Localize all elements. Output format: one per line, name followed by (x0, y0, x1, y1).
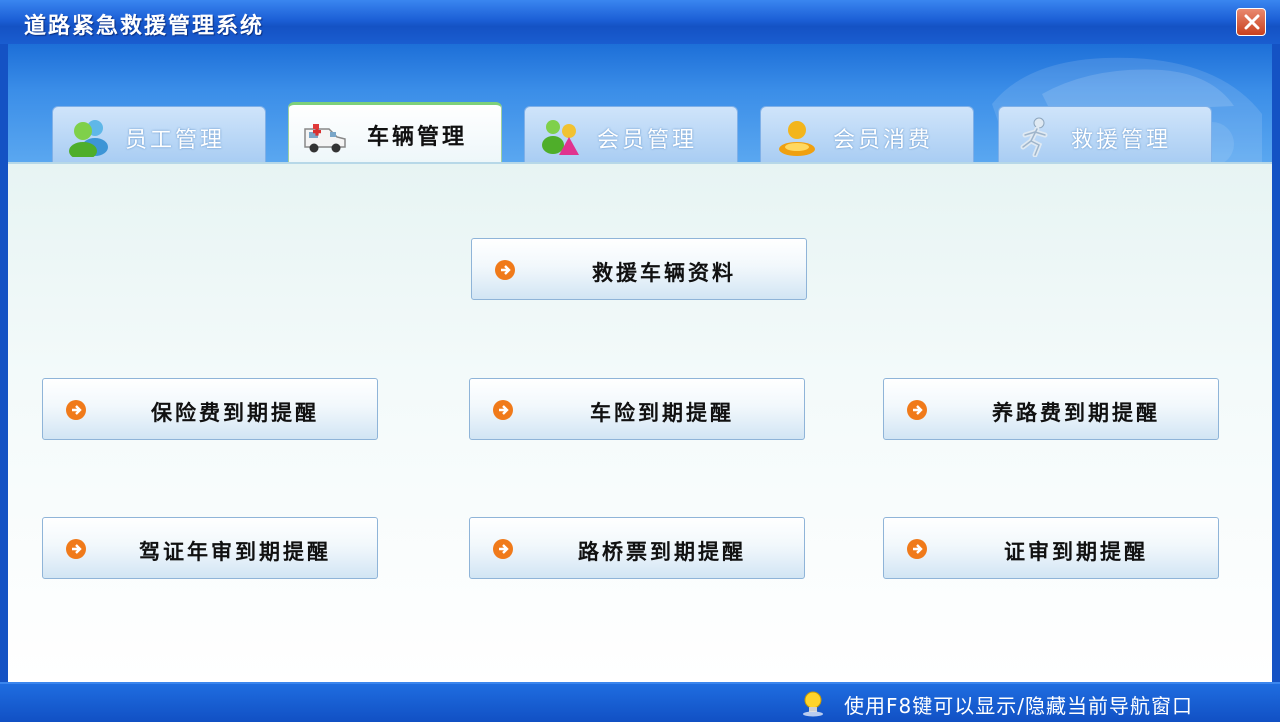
tab-member-management[interactable]: 会员管理 (524, 106, 738, 162)
rescue-vehicle-info-button[interactable]: 救援车辆资料 (471, 238, 807, 300)
tab-label: 救援管理 (1071, 128, 1172, 153)
button-label: 路桥票到期提醒 (578, 540, 746, 564)
window-frame-left (0, 44, 8, 682)
member-consume-icon (779, 121, 815, 156)
button-label: 车险到期提醒 (590, 401, 734, 425)
arrow-right-icon (493, 539, 513, 559)
arrow-right-icon (907, 400, 927, 420)
window-title: 道路紧急救援管理系统 (24, 14, 265, 39)
lightbulb-icon (803, 691, 823, 717)
close-icon (1244, 14, 1260, 30)
insurance-fee-reminder-button[interactable]: 保险费到期提醒 (42, 378, 378, 440)
button-label: 保险费到期提醒 (151, 401, 319, 425)
ambulance-icon (304, 124, 346, 153)
navigation-header: 员工管理 车辆管理 会员管理 会员消费 救援管理 (8, 44, 1272, 162)
tab-member-consumption[interactable]: 会员消费 (760, 106, 974, 162)
tab-rescue-management[interactable]: 救援管理 (998, 106, 1212, 162)
tab-label: 会员消费 (833, 128, 934, 153)
close-button[interactable] (1236, 8, 1266, 36)
vehicle-insurance-reminder-button[interactable]: 车险到期提醒 (469, 378, 805, 440)
tab-staff-management[interactable]: 员工管理 (52, 106, 266, 162)
status-hint: 使用F8键可以显示/隐藏当前导航窗口 (844, 694, 1193, 718)
tab-label: 员工管理 (125, 128, 226, 153)
title-bar: 道路紧急救援管理系统 (0, 0, 1280, 45)
arrow-right-icon (493, 400, 513, 420)
window-frame-right (1272, 44, 1280, 682)
runner-icon (1020, 117, 1048, 157)
tab-vehicle-management[interactable]: 车辆管理 (288, 102, 502, 162)
button-label: 救援车辆资料 (592, 261, 736, 285)
tab-label: 会员管理 (597, 128, 698, 153)
tab-label: 车辆管理 (367, 125, 468, 150)
button-label: 证审到期提醒 (1004, 540, 1148, 564)
arrow-right-icon (66, 539, 86, 559)
button-label: 驾证年审到期提醒 (139, 540, 331, 564)
status-bar: 使用F8键可以显示/隐藏当前导航窗口 (0, 682, 1280, 722)
members-icon (542, 120, 579, 155)
staff-icon (69, 120, 108, 157)
button-label: 养路费到期提醒 (992, 401, 1160, 425)
arrow-right-icon (907, 539, 927, 559)
arrow-right-icon (495, 260, 515, 280)
license-annual-review-reminder-button[interactable]: 驾证年审到期提醒 (42, 517, 378, 579)
certificate-review-reminder-button[interactable]: 证审到期提醒 (883, 517, 1219, 579)
main-content: 救援车辆资料 保险费到期提醒 车险到期提醒 养路费到期提醒 驾证年审到期提醒 路… (8, 162, 1272, 684)
toll-ticket-reminder-button[interactable]: 路桥票到期提醒 (469, 517, 805, 579)
arrow-right-icon (66, 400, 86, 420)
road-maintenance-fee-reminder-button[interactable]: 养路费到期提醒 (883, 378, 1219, 440)
